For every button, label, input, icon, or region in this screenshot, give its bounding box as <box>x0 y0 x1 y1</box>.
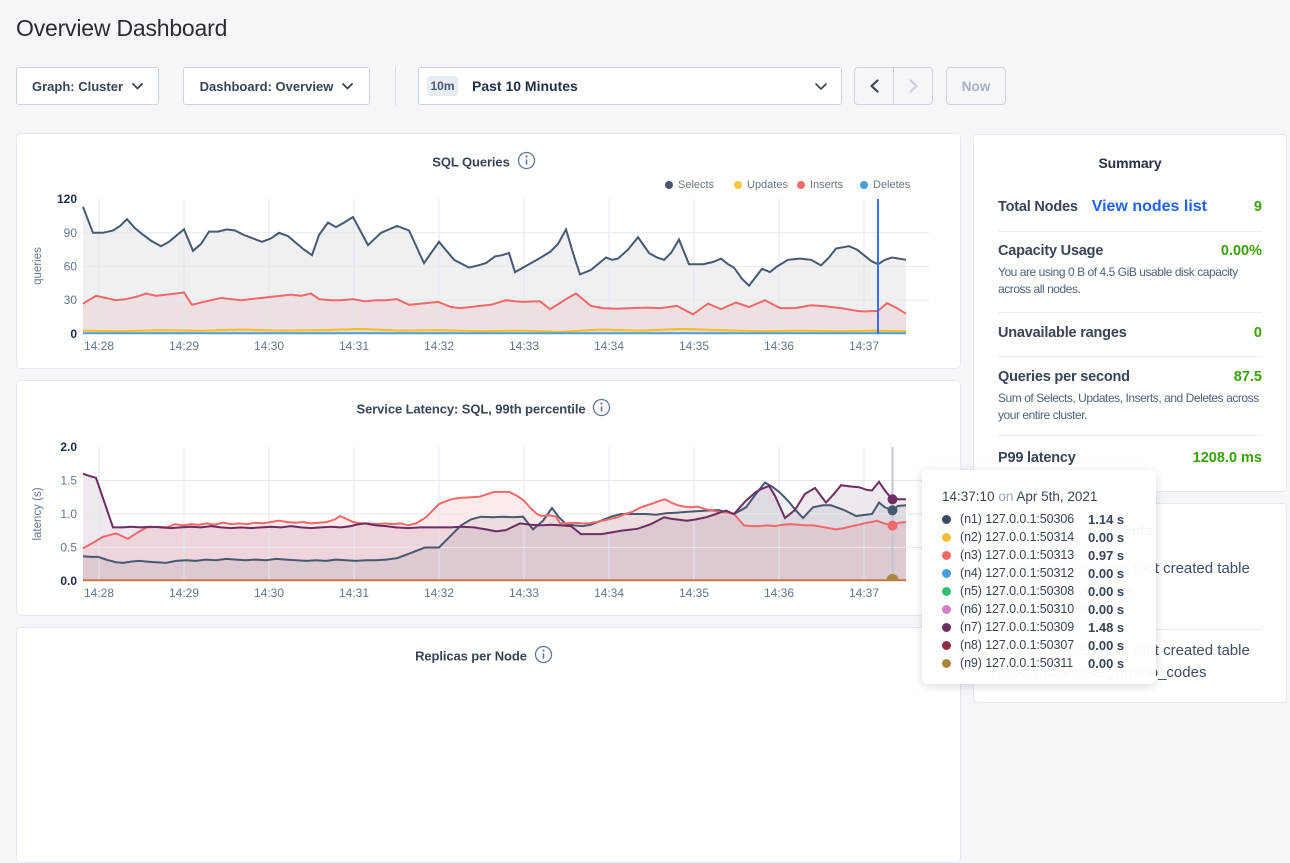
svg-text:14:29: 14:29 <box>169 586 199 600</box>
svg-text:14:28: 14:28 <box>84 586 114 600</box>
svg-text:14:35: 14:35 <box>679 586 709 600</box>
svg-text:1.0: 1.0 <box>60 507 77 521</box>
svg-text:14:35: 14:35 <box>679 339 709 353</box>
svg-text:14:30: 14:30 <box>254 339 284 353</box>
svg-text:14:29: 14:29 <box>169 339 199 353</box>
svg-text:30: 30 <box>64 293 78 307</box>
svg-text:2.0: 2.0 <box>60 440 77 454</box>
svg-text:90: 90 <box>64 226 78 240</box>
svg-text:0.5: 0.5 <box>60 541 77 555</box>
svg-text:queries: queries <box>32 247 44 285</box>
svg-text:14:31: 14:31 <box>339 339 369 353</box>
svg-text:14:33: 14:33 <box>509 586 539 600</box>
svg-text:0.0: 0.0 <box>60 574 77 588</box>
svg-text:14:30: 14:30 <box>254 586 284 600</box>
svg-text:14:28: 14:28 <box>84 339 114 353</box>
svg-text:14:36: 14:36 <box>764 339 794 353</box>
svg-text:14:34: 14:34 <box>594 586 624 600</box>
svg-text:14:37: 14:37 <box>849 586 879 600</box>
svg-text:0: 0 <box>70 327 77 341</box>
svg-text:14:34: 14:34 <box>594 339 624 353</box>
svg-text:1.5: 1.5 <box>60 474 77 488</box>
svg-text:14:32: 14:32 <box>424 339 454 353</box>
svg-text:60: 60 <box>64 260 78 274</box>
svg-text:14:37: 14:37 <box>849 339 879 353</box>
svg-text:14:36: 14:36 <box>764 586 794 600</box>
svg-text:120: 120 <box>57 192 77 206</box>
svg-text:14:32: 14:32 <box>424 586 454 600</box>
svg-text:14:33: 14:33 <box>509 339 539 353</box>
svg-text:14:31: 14:31 <box>339 586 369 600</box>
svg-text:latency (s): latency (s) <box>32 487 44 540</box>
